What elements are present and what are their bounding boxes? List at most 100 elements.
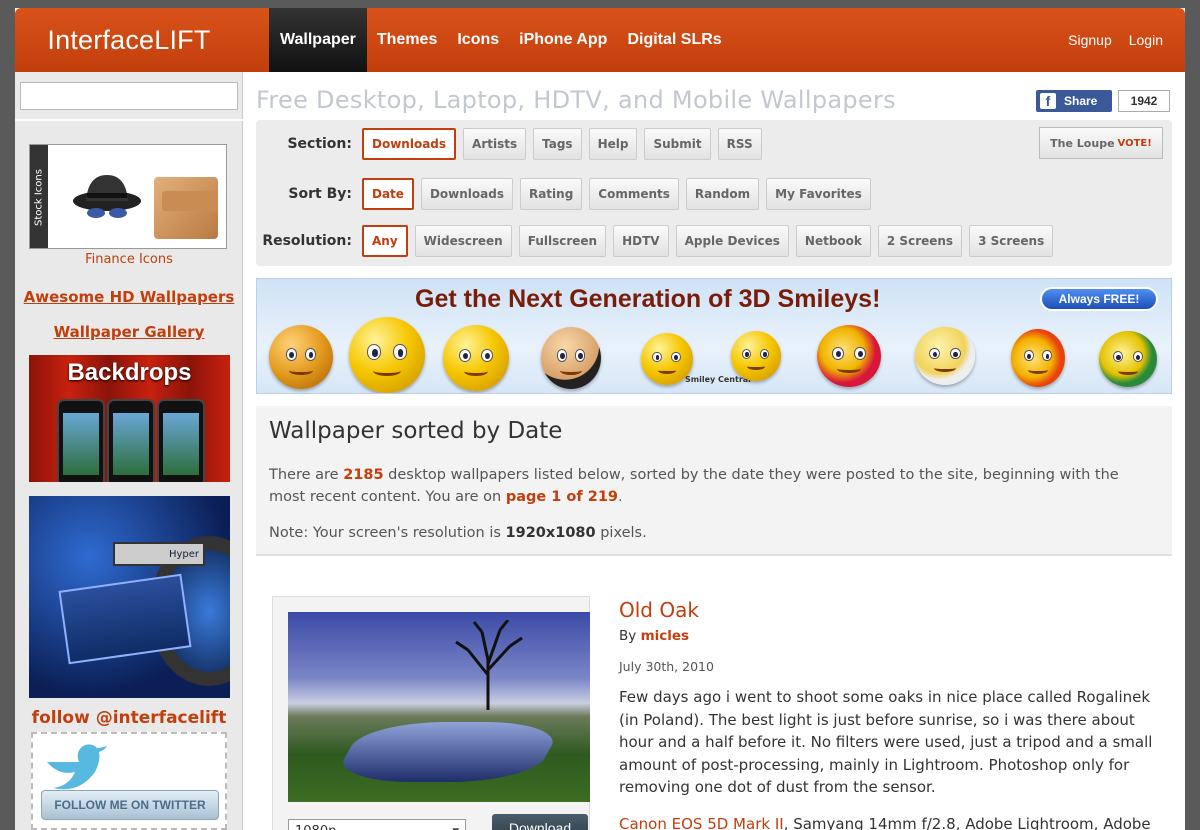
author-link[interactable]: micles <box>641 628 690 644</box>
byline-prefix: By <box>619 628 637 644</box>
wallpaper-date: July 30th, 2010 <box>619 659 714 674</box>
follow-twitter-heading[interactable]: follow @interfacelift <box>15 708 243 728</box>
section-label: Section: <box>287 136 352 152</box>
site-header: InterfaceLIFT Wallpaper Themes Icons iPh… <box>15 8 1185 72</box>
wallpaper-gear: Canon EOS 5D Mark II, Samyang 14mm f/2.8… <box>619 813 1172 830</box>
page-indicator-link[interactable]: page 1 of 219 <box>506 489 618 505</box>
hat-icon <box>73 175 141 218</box>
loupe-label: The Loupe <box>1050 136 1115 150</box>
phone-image <box>157 399 205 482</box>
account-links: Signup Login <box>1068 8 1163 72</box>
section-help[interactable]: Help <box>588 128 638 160</box>
sort-row: Sort By: Date Downloads Rating Comments … <box>256 177 878 211</box>
backdrops-ad[interactable]: Backdrops <box>29 355 230 482</box>
resolution-2-screens[interactable]: 2 Screens <box>877 225 963 257</box>
resolution-netbook[interactable]: Netbook <box>795 225 871 257</box>
section-tags[interactable]: Tags <box>533 128 582 160</box>
resolution-widescreen[interactable]: Widescreen <box>414 225 512 257</box>
chevron-down-icon: ▾ <box>452 824 459 830</box>
smileys-banner-ad[interactable]: Get the Next Generation of 3D Smileys! A… <box>256 278 1172 394</box>
smiley-icon <box>349 317 425 393</box>
nav-digital-slrs[interactable]: Digital SLRs <box>617 8 731 72</box>
sidebar-divider <box>15 119 243 121</box>
facebook-share-count: 1942 <box>1118 90 1170 112</box>
site-logo[interactable]: InterfaceLIFT <box>15 8 243 72</box>
sort-my-favorites[interactable]: My Favorites <box>766 178 871 210</box>
filter-panel: Section: Downloads Artists Tags Help Sub… <box>256 120 1172 266</box>
finance-icons-ad[interactable]: Stock Icons <box>29 144 227 249</box>
download-button[interactable]: Download <box>492 814 588 830</box>
sidebar: Stock Icons Finance Icons Awesome HD Wal… <box>15 72 243 830</box>
wallpaper-byline: By micles <box>619 628 689 644</box>
smiley-icon <box>817 325 881 387</box>
stock-icons-tab: Stock Icons <box>30 145 48 248</box>
the-loupe-button[interactable]: The Loupe VOTE! <box>1039 127 1163 159</box>
hyper-label: Hyper <box>113 542 205 566</box>
banner-title: Get the Next Generation of 3D Smileys! <box>415 285 881 313</box>
wallpaper-count: 2185 <box>343 467 384 483</box>
nav-iphone-app[interactable]: iPhone App <box>509 8 617 72</box>
section-row: Section: Downloads Artists Tags Help Sub… <box>256 127 769 161</box>
signup-link[interactable]: Signup <box>1068 32 1112 48</box>
wallpaper-gallery-link[interactable]: Wallpaper Gallery <box>15 323 243 341</box>
summary-text: desktop wallpapers listed below, sorted … <box>269 467 1119 505</box>
twitter-bird-icon <box>47 744 107 790</box>
phone-image <box>107 399 155 482</box>
facebook-icon: f <box>1040 93 1056 109</box>
section-downloads[interactable]: Downloads <box>362 128 457 160</box>
sort-downloads[interactable]: Downloads <box>420 178 513 210</box>
nav-icons[interactable]: Icons <box>447 8 509 72</box>
resolution-apple-devices[interactable]: Apple Devices <box>675 225 789 257</box>
login-link[interactable]: Login <box>1129 32 1163 48</box>
sort-rating[interactable]: Rating <box>519 178 583 210</box>
resolution-any[interactable]: Any <box>362 225 408 257</box>
resolution-label: Resolution: <box>262 233 352 249</box>
section-rss[interactable]: RSS <box>717 128 762 160</box>
listing-heading: Wallpaper sorted by Date <box>269 418 563 444</box>
resolution-fullscreen[interactable]: Fullscreen <box>518 225 607 257</box>
oak-tree-graphic <box>455 620 523 710</box>
finance-icons-label[interactable]: Finance Icons <box>15 252 243 267</box>
facebook-share-label: Share <box>1064 94 1098 108</box>
smiley-icon <box>1011 329 1065 387</box>
main-nav: Wallpaper Themes Icons iPhone App Digita… <box>269 8 732 72</box>
smiley-icon <box>915 327 975 385</box>
resolution-note: Note: Your screen's resolution is 1920x1… <box>269 522 1159 544</box>
browser-page: InterfaceLIFT Wallpaper Themes Icons iPh… <box>15 8 1185 830</box>
note-text: Note: Your screen's resolution is <box>269 525 506 541</box>
camera-link[interactable]: Canon EOS 5D Mark II <box>619 815 784 830</box>
smiley-icon <box>731 331 781 381</box>
wallpaper-thumbnail-box: 1080p ▾ Download <box>272 596 590 830</box>
listing-summary: There are 2185 desktop wallpapers listed… <box>269 464 1159 508</box>
nav-wallpaper[interactable]: Wallpaper <box>269 8 367 72</box>
backdrops-title: Backdrops <box>67 359 192 386</box>
gear-list: , Samyang 14mm f/2.8, Adobe Lightroom, A… <box>783 815 1151 830</box>
resolution-row: Resolution: Any Widescreen Fullscreen HD… <box>256 224 1060 258</box>
search-input[interactable] <box>20 82 238 110</box>
facebook-share-button[interactable]: f Share <box>1036 90 1112 112</box>
follow-on-twitter-button[interactable]: FOLLOW ME ON TWITTER <box>41 790 219 820</box>
wallpaper-thumbnail[interactable] <box>288 612 590 802</box>
section-submit[interactable]: Submit <box>644 128 711 160</box>
resolution-3-screens[interactable]: 3 Screens <box>969 225 1054 257</box>
sort-label: Sort By: <box>288 186 352 202</box>
screen-resolution: 1920x1080 <box>505 525 596 541</box>
main-content: Free Desktop, Laptop, HDTV, and Mobile W… <box>256 72 1172 830</box>
wallpaper-title[interactable]: Old Oak <box>619 598 699 622</box>
twitter-widget: FOLLOW ME ON TWITTER <box>31 732 227 830</box>
resolution-select-value: 1080p <box>295 824 336 830</box>
sort-random[interactable]: Random <box>685 178 760 210</box>
resolution-hdtv[interactable]: HDTV <box>613 225 669 257</box>
summary-text: There are <box>269 467 344 483</box>
smiley-icon <box>1099 331 1157 387</box>
wallpaper-description: Few days ago i went to shoot some oaks i… <box>619 688 1153 796</box>
awesome-hd-wallpapers-link[interactable]: Awesome HD Wallpapers <box>15 288 243 306</box>
sort-comments[interactable]: Comments <box>589 178 679 210</box>
sort-date[interactable]: Date <box>362 178 414 210</box>
hyperspin-ad[interactable]: Hyper <box>29 496 230 698</box>
smiley-icon <box>443 325 509 391</box>
nav-themes[interactable]: Themes <box>367 8 447 72</box>
resolution-select[interactable]: 1080p ▾ <box>288 819 466 830</box>
note-text: pixels. <box>595 525 647 541</box>
section-artists[interactable]: Artists <box>463 128 527 160</box>
